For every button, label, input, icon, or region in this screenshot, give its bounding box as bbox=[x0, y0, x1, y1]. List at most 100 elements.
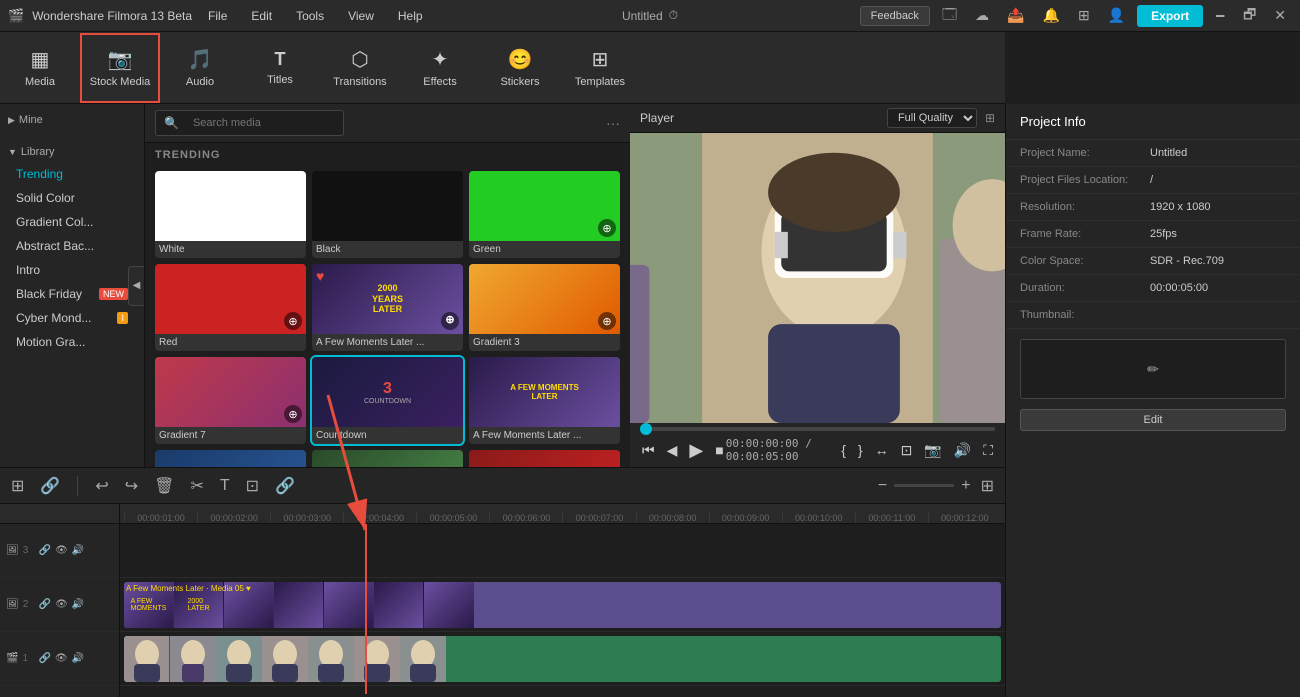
link-icon[interactable]: 🔗 bbox=[37, 473, 63, 499]
snapshot-ctrl-button[interactable]: 📷 bbox=[922, 440, 943, 461]
playhead[interactable] bbox=[365, 524, 367, 694]
copy-icon[interactable]: ⊡ bbox=[243, 473, 262, 499]
minimize-icon[interactable]: 🗕 bbox=[1209, 2, 1231, 30]
media-item-11[interactable] bbox=[312, 450, 463, 467]
edit-thumbnail-icon[interactable]: ✏ bbox=[1147, 361, 1159, 378]
media-item-red[interactable]: ⊕ Red bbox=[155, 264, 306, 351]
tool-titles[interactable]: T Titles bbox=[240, 33, 320, 103]
feedback-button[interactable]: Feedback bbox=[860, 6, 930, 26]
snap-icon[interactable]: ⊞ bbox=[8, 473, 27, 499]
media-item-gradient3[interactable]: ⊕ Gradient 3 bbox=[469, 264, 620, 351]
range-button[interactable]: ↔ bbox=[873, 440, 891, 460]
mark-out-button[interactable]: } bbox=[856, 440, 865, 460]
mark-in-button[interactable]: { bbox=[839, 440, 848, 460]
step-back-button[interactable]: ⏮ bbox=[640, 440, 657, 461]
track1-link-icon[interactable]: 🔗 bbox=[38, 653, 50, 664]
delete-icon[interactable]: 🗑 bbox=[151, 473, 177, 499]
apps-icon[interactable]: ⊞ bbox=[1072, 5, 1096, 26]
time-separator: / bbox=[805, 437, 812, 450]
text-icon[interactable]: T bbox=[217, 474, 233, 498]
cloud-icon[interactable]: ☁ bbox=[969, 5, 995, 26]
templates-icon: ⊞ bbox=[592, 47, 609, 72]
sidebar-item-abstract-bac[interactable]: Abstract Bac... bbox=[0, 234, 144, 258]
stop-button[interactable]: ■ bbox=[713, 440, 725, 460]
media-item-green[interactable]: ⊕ Green bbox=[469, 171, 620, 258]
tool-templates[interactable]: ⊞ Templates bbox=[560, 33, 640, 103]
black-friday-label: Black Friday bbox=[16, 287, 82, 301]
link2-icon[interactable]: 🔗 bbox=[272, 473, 298, 499]
search-input[interactable] bbox=[185, 114, 335, 132]
track3-visibility-icon[interactable]: 👁 bbox=[55, 545, 68, 556]
tool-stickers-label: Stickers bbox=[500, 76, 539, 88]
cut-icon[interactable]: ✂ bbox=[187, 473, 206, 499]
sidebar-item-trending[interactable]: Trending bbox=[0, 162, 144, 186]
preview-settings-icon[interactable]: ⊞ bbox=[985, 111, 995, 125]
media-item-gradient7[interactable]: ⊕ Gradient 7 bbox=[155, 357, 306, 444]
track2-volume-icon[interactable]: 🔊 bbox=[72, 599, 84, 610]
frame-rate-row: Frame Rate: 25fps bbox=[1006, 221, 1300, 248]
zoom-bar[interactable] bbox=[894, 484, 954, 487]
screen-button[interactable]: ⊡ bbox=[899, 440, 915, 461]
zoom-out-icon[interactable]: − bbox=[875, 474, 890, 498]
tool-audio[interactable]: 🎵 Audio bbox=[160, 33, 240, 103]
media-item-few-moments[interactable]: 2000YEARSLATER ♥ ⊕ A Few Moments Later .… bbox=[312, 264, 463, 351]
menu-view[interactable]: View bbox=[340, 7, 382, 25]
tool-media[interactable]: ▦ Media bbox=[0, 33, 80, 103]
track2-visibility-icon[interactable]: 👁 bbox=[55, 599, 68, 610]
undo-icon[interactable]: ↩ bbox=[92, 473, 111, 499]
export-button[interactable]: Export bbox=[1137, 5, 1203, 27]
user-icon[interactable]: 👤 bbox=[1102, 5, 1131, 26]
fit-icon[interactable]: ⊞ bbox=[978, 473, 997, 499]
sidebar-item-gradient-color[interactable]: Gradient Col... bbox=[0, 210, 144, 234]
track3-volume-icon[interactable]: 🔊 bbox=[72, 545, 84, 556]
track3-link-icon[interactable]: 🔗 bbox=[39, 545, 51, 556]
media-item-few-moments2[interactable]: A FEW MOMENTSLATER A Few Moments Later .… bbox=[469, 357, 620, 444]
sidebar-item-black-friday[interactable]: Black Friday NEW bbox=[0, 282, 144, 306]
tool-stickers[interactable]: 😊 Stickers bbox=[480, 33, 560, 103]
redo-icon[interactable]: ↪ bbox=[122, 473, 141, 499]
track1-visibility-icon[interactable]: 👁 bbox=[55, 653, 68, 664]
snapshot-icon[interactable]: 🗔 bbox=[936, 2, 963, 30]
fullscreen-button[interactable]: ⛶ bbox=[981, 440, 995, 461]
track-clip-main[interactable] bbox=[124, 636, 1001, 682]
tool-stock-media[interactable]: 📷 Stock Media bbox=[80, 33, 160, 103]
seek-bar[interactable] bbox=[640, 427, 995, 431]
panel-collapse-btn[interactable]: ◀ bbox=[128, 266, 144, 306]
play-button[interactable]: ▶ bbox=[687, 438, 705, 463]
quality-select[interactable]: Full Quality 1/2 Quality 1/4 Quality bbox=[887, 108, 977, 128]
tool-effects[interactable]: ✦ Effects bbox=[400, 33, 480, 103]
media-item-10[interactable] bbox=[155, 450, 306, 467]
timeline-ruler[interactable]: 00:00:01:00 00:00:02:00 00:00:03:00 00:0… bbox=[120, 504, 1005, 524]
tool-titles-label: Titles bbox=[267, 74, 293, 86]
tool-transitions[interactable]: ⬡ Transitions bbox=[320, 33, 400, 103]
bell-icon[interactable]: 🔔 bbox=[1037, 5, 1066, 26]
menu-help[interactable]: Help bbox=[390, 7, 431, 25]
media-item-countdown[interactable]: 3 COUNTDOWN Countdown bbox=[312, 357, 463, 444]
library-header[interactable]: ▼ Library bbox=[0, 142, 144, 162]
more-options-icon[interactable]: ··· bbox=[606, 115, 620, 131]
zoom-in-icon[interactable]: + bbox=[958, 474, 973, 498]
track-clip-overlay[interactable]: A FEWMOMENTS 2000LATER A Few Moments Lat… bbox=[124, 582, 1001, 628]
play-prev-button[interactable]: ◀ bbox=[665, 440, 680, 461]
sidebar-item-intro[interactable]: Intro bbox=[0, 258, 144, 282]
media-item-12[interactable] bbox=[469, 450, 620, 467]
clip-frames-main bbox=[124, 636, 446, 682]
menu-file[interactable]: File bbox=[200, 7, 235, 25]
app-name: Wondershare Filmora 13 Beta bbox=[32, 9, 192, 23]
maximize-icon[interactable]: 🗗 bbox=[1237, 2, 1262, 30]
menu-tools[interactable]: Tools bbox=[288, 7, 332, 25]
track2-num: 2 bbox=[23, 599, 35, 610]
share-icon[interactable]: 📤 bbox=[1001, 5, 1030, 26]
volume-button[interactable]: 🔊 bbox=[952, 440, 973, 461]
mine-header[interactable]: ▶ Mine bbox=[0, 110, 144, 130]
edit-button[interactable]: Edit bbox=[1020, 409, 1286, 431]
track1-volume-icon[interactable]: 🔊 bbox=[72, 653, 84, 664]
media-item-black[interactable]: Black bbox=[312, 171, 463, 258]
track2-link-icon[interactable]: 🔗 bbox=[39, 599, 51, 610]
menu-edit[interactable]: Edit bbox=[243, 7, 280, 25]
sidebar-item-solid-color[interactable]: Solid Color bbox=[0, 186, 144, 210]
close-icon[interactable]: ✕ bbox=[1268, 5, 1292, 26]
media-item-white[interactable]: White bbox=[155, 171, 306, 258]
sidebar-item-cyber-monday[interactable]: Cyber Mond... I bbox=[0, 306, 144, 330]
sidebar-item-motion-gra[interactable]: Motion Gra... bbox=[0, 330, 144, 354]
